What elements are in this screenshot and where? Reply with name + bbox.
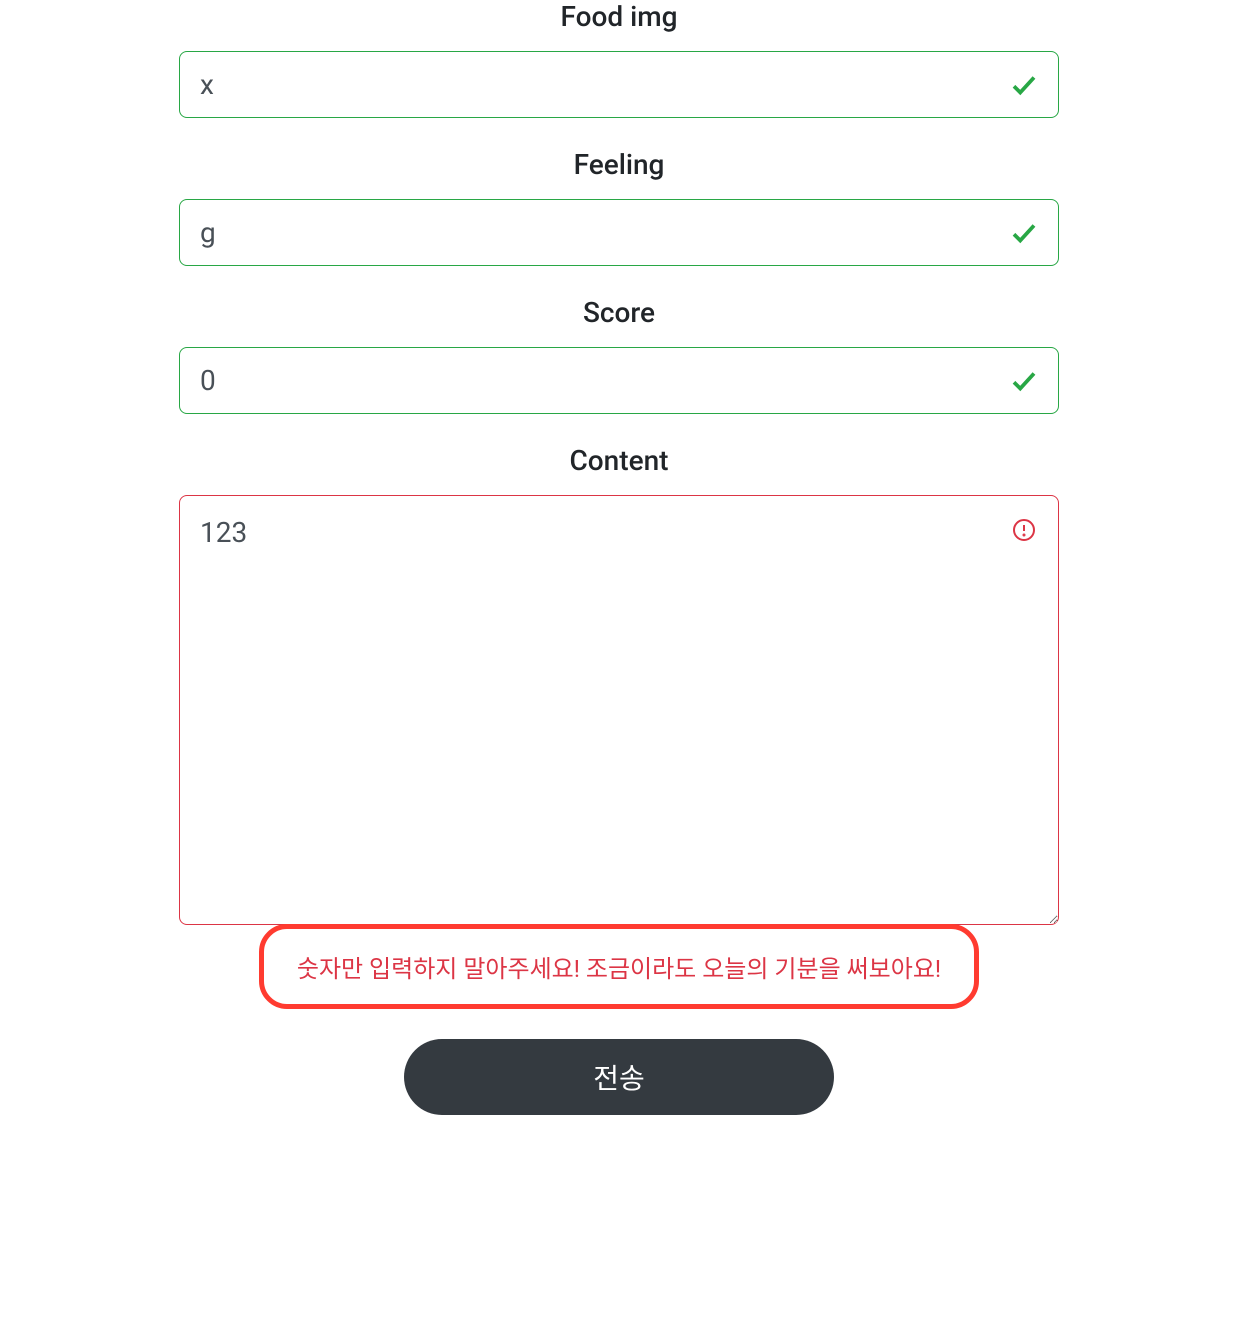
content-input-wrapper <box>179 495 1059 929</box>
feeling-input[interactable] <box>179 199 1059 266</box>
score-input-wrapper <box>179 347 1059 414</box>
check-icon <box>1009 218 1039 248</box>
error-icon <box>1009 515 1039 545</box>
error-highlight-box: 숫자만 입력하지 말아주세요! 조금이라도 오늘의 기분을 써보아요! <box>259 924 979 1009</box>
food-img-input[interactable] <box>179 51 1059 118</box>
content-group: Content 숫자만 입력하지 말아주세요! 조금이라도 오늘의 기분을 써보… <box>40 444 1198 1009</box>
score-input[interactable] <box>179 347 1059 414</box>
food-img-input-wrapper <box>179 51 1059 118</box>
submit-button[interactable]: 전송 <box>404 1039 834 1115</box>
score-label: Score <box>40 296 1198 329</box>
content-label: Content <box>40 444 1198 477</box>
feeling-label: Feeling <box>40 148 1198 181</box>
food-img-label: Food img <box>40 0 1198 33</box>
check-icon <box>1009 70 1039 100</box>
score-group: Score <box>40 296 1198 414</box>
food-img-group: Food img <box>40 0 1198 118</box>
content-textarea[interactable] <box>179 495 1059 925</box>
content-error-message: 숫자만 입력하지 말아주세요! 조금이라도 오늘의 기분을 써보아요! <box>294 949 944 984</box>
feeling-input-wrapper <box>179 199 1059 266</box>
check-icon <box>1009 366 1039 396</box>
feeling-group: Feeling <box>40 148 1198 266</box>
